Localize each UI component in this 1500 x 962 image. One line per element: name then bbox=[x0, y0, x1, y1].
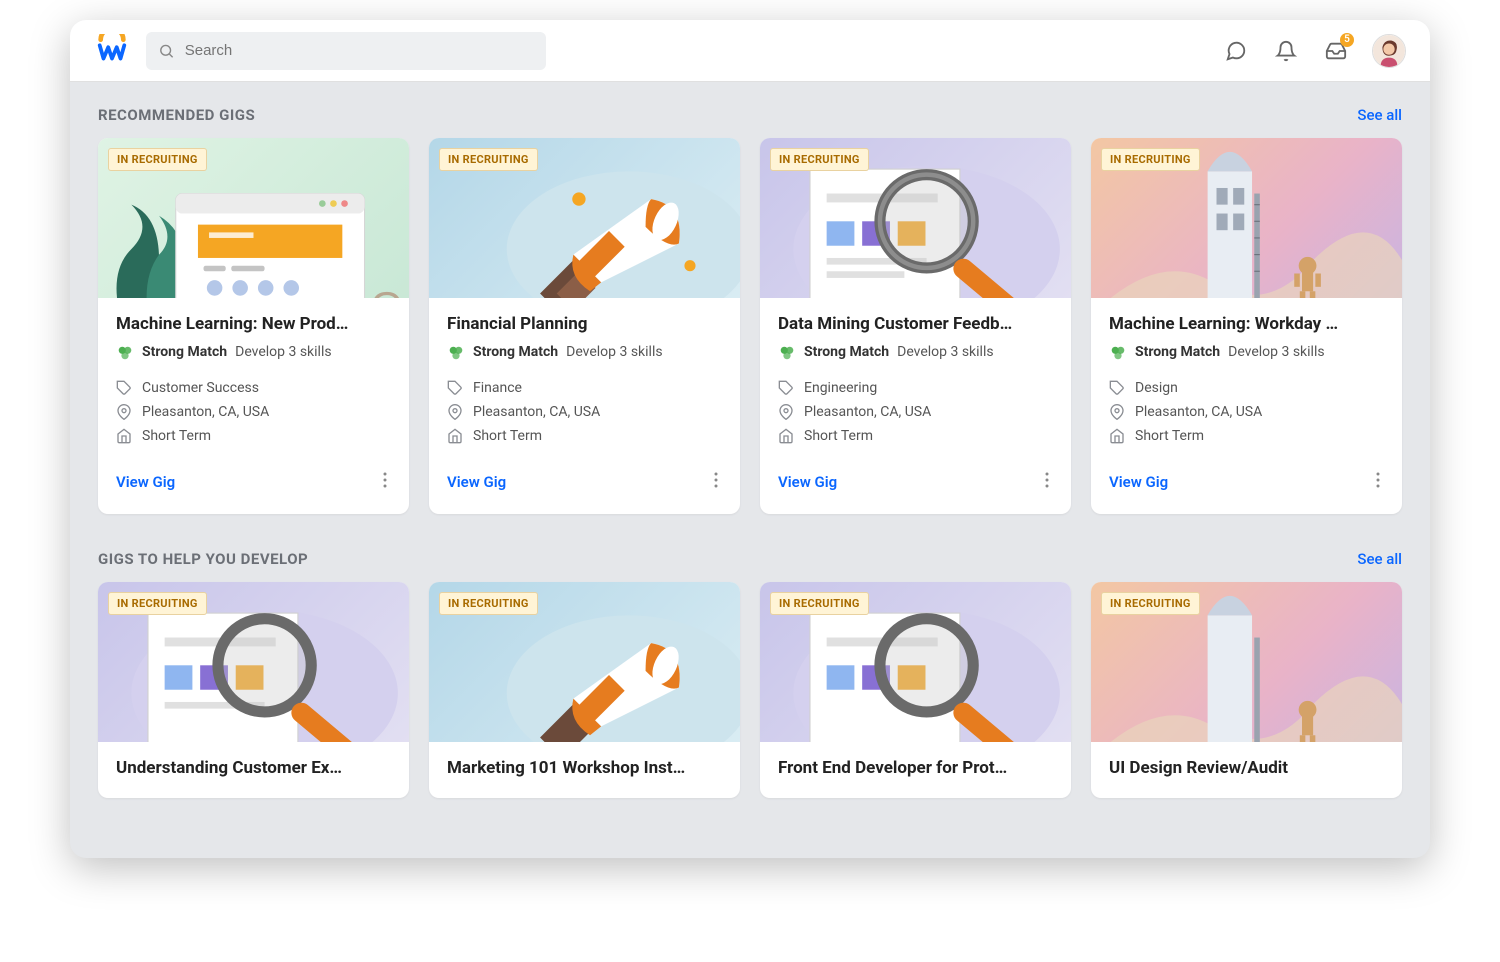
skills-text: Develop 3 skills bbox=[1228, 344, 1324, 360]
bell-icon[interactable] bbox=[1272, 37, 1300, 65]
gig-card[interactable]: IN RECRUITING bbox=[98, 138, 409, 514]
home-icon bbox=[116, 428, 132, 444]
inbox-badge: 5 bbox=[1340, 33, 1354, 47]
match-icon bbox=[447, 344, 465, 362]
match-label: Strong Match bbox=[142, 344, 227, 360]
tag-icon bbox=[116, 380, 132, 396]
location-icon bbox=[1109, 404, 1125, 420]
match-label: Strong Match bbox=[1135, 344, 1220, 360]
status-chip: IN RECRUITING bbox=[108, 592, 207, 615]
term-meta: Short Term bbox=[447, 428, 722, 444]
gig-title: UI Design Review/Audit bbox=[1109, 758, 1384, 778]
section-title: RECOMMENDED GIGS bbox=[98, 106, 255, 124]
user-avatar[interactable] bbox=[1372, 34, 1406, 68]
location-icon bbox=[116, 404, 132, 420]
status-chip: IN RECRUITING bbox=[1101, 148, 1200, 171]
status-chip: IN RECRUITING bbox=[439, 148, 538, 171]
workday-logo[interactable] bbox=[94, 33, 130, 69]
section-header: GIGS TO HELP YOU DEVELOP See all bbox=[98, 550, 1402, 568]
location-meta: Pleasanton, CA, USA bbox=[116, 404, 391, 420]
gig-card[interactable]: IN RECRUITING bbox=[1091, 138, 1402, 514]
recommended-gigs-row: IN RECRUITING bbox=[98, 138, 1402, 514]
location-icon bbox=[778, 404, 794, 420]
inbox-icon[interactable]: 5 bbox=[1322, 37, 1350, 65]
term-meta: Short Term bbox=[778, 428, 1053, 444]
see-all-link[interactable]: See all bbox=[1357, 106, 1402, 124]
gig-title: Marketing 101 Workshop Inst… bbox=[447, 758, 722, 778]
skills-text: Develop 3 skills bbox=[235, 344, 331, 360]
tag-icon bbox=[1109, 380, 1125, 396]
location-meta: Pleasanton, CA, USA bbox=[778, 404, 1053, 420]
skills-text: Develop 3 skills bbox=[897, 344, 993, 360]
status-chip: IN RECRUITING bbox=[770, 148, 869, 171]
tag-icon bbox=[778, 380, 794, 396]
view-gig-link[interactable]: View Gig bbox=[1109, 473, 1168, 491]
app-window: 5 RECOMMENDED GIGS See all IN RECRUITI bbox=[70, 20, 1430, 858]
status-chip: IN RECRUITING bbox=[1101, 592, 1200, 615]
see-all-link[interactable]: See all bbox=[1357, 550, 1402, 568]
view-gig-link[interactable]: View Gig bbox=[447, 473, 506, 491]
gig-card[interactable]: IN RECRUITING Marketing 101 Workshop Ins… bbox=[429, 582, 740, 798]
gig-card[interactable]: IN RECRUITING Data Mining Custome bbox=[760, 138, 1071, 514]
status-chip: IN RECRUITING bbox=[770, 592, 869, 615]
gig-card[interactable]: IN RECRUITING UI Design Review/Audit bbox=[1091, 582, 1402, 798]
tag-icon bbox=[447, 380, 463, 396]
card-menu-icon[interactable] bbox=[379, 468, 391, 496]
match-label: Strong Match bbox=[804, 344, 889, 360]
topbar: 5 bbox=[70, 20, 1430, 82]
section-title: GIGS TO HELP YOU DEVELOP bbox=[98, 550, 308, 568]
card-illustration: IN RECRUITING bbox=[98, 138, 409, 298]
gig-title: Machine Learning: Workday … bbox=[1109, 314, 1384, 334]
card-menu-icon[interactable] bbox=[1041, 468, 1053, 496]
term-meta: Short Term bbox=[1109, 428, 1384, 444]
gig-card[interactable]: IN RECRUITING Understanding Customer Ex… bbox=[98, 582, 409, 798]
match-icon bbox=[778, 344, 796, 362]
card-illustration: IN RECRUITING bbox=[429, 582, 740, 742]
category-meta: Design bbox=[1109, 380, 1384, 396]
search-box[interactable] bbox=[146, 32, 546, 70]
topbar-actions: 5 bbox=[1222, 34, 1406, 68]
skills-text: Develop 3 skills bbox=[566, 344, 662, 360]
home-icon bbox=[1109, 428, 1125, 444]
card-illustration: IN RECRUITING bbox=[1091, 582, 1402, 742]
match-icon bbox=[1109, 344, 1127, 362]
status-chip: IN RECRUITING bbox=[439, 592, 538, 615]
gig-title: Financial Planning bbox=[447, 314, 722, 334]
home-icon bbox=[447, 428, 463, 444]
category-meta: Finance bbox=[447, 380, 722, 396]
gig-card[interactable]: IN RECRUITING Front End Developer for Pr… bbox=[760, 582, 1071, 798]
view-gig-link[interactable]: View Gig bbox=[116, 473, 175, 491]
status-chip: IN RECRUITING bbox=[108, 148, 207, 171]
category-meta: Customer Success bbox=[116, 380, 391, 396]
match-icon bbox=[116, 344, 134, 362]
search-input[interactable] bbox=[185, 42, 534, 59]
chat-icon[interactable] bbox=[1222, 37, 1250, 65]
card-illustration: IN RECRUITING bbox=[98, 582, 409, 742]
card-menu-icon[interactable] bbox=[1372, 468, 1384, 496]
section-header: RECOMMENDED GIGS See all bbox=[98, 106, 1402, 124]
card-menu-icon[interactable] bbox=[710, 468, 722, 496]
category-meta: Engineering bbox=[778, 380, 1053, 396]
location-meta: Pleasanton, CA, USA bbox=[1109, 404, 1384, 420]
term-meta: Short Term bbox=[116, 428, 391, 444]
card-illustration: IN RECRUITING bbox=[429, 138, 740, 298]
main-content: RECOMMENDED GIGS See all IN RECRUITING bbox=[70, 82, 1430, 858]
card-illustration: IN RECRUITING bbox=[1091, 138, 1402, 298]
gig-title: Machine Learning: New Prod… bbox=[116, 314, 391, 334]
card-illustration: IN RECRUITING bbox=[760, 582, 1071, 742]
home-icon bbox=[778, 428, 794, 444]
location-meta: Pleasanton, CA, USA bbox=[447, 404, 722, 420]
search-icon bbox=[158, 42, 175, 60]
gig-title: Front End Developer for Prot… bbox=[778, 758, 1053, 778]
gig-title: Understanding Customer Ex… bbox=[116, 758, 391, 778]
develop-gigs-row: IN RECRUITING Understanding Customer Ex… bbox=[98, 582, 1402, 798]
match-label: Strong Match bbox=[473, 344, 558, 360]
card-illustration: IN RECRUITING bbox=[760, 138, 1071, 298]
location-icon bbox=[447, 404, 463, 420]
gig-card[interactable]: IN RECRUITING Financ bbox=[429, 138, 740, 514]
gig-title: Data Mining Customer Feedb… bbox=[778, 314, 1053, 334]
view-gig-link[interactable]: View Gig bbox=[778, 473, 837, 491]
